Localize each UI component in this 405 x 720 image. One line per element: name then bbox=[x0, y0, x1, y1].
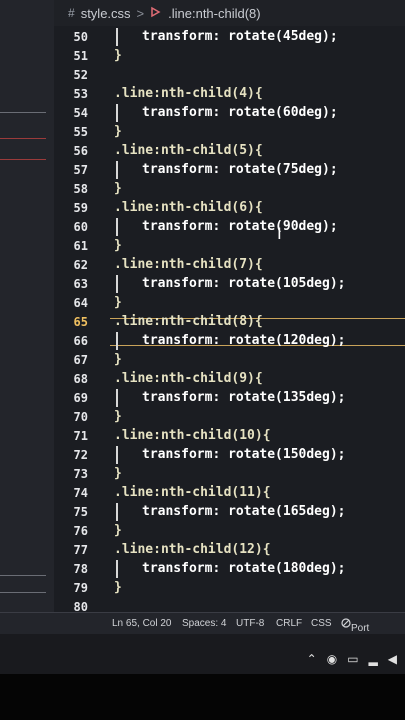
line-number: 60 bbox=[73, 220, 88, 234]
line-number: 64 bbox=[73, 296, 88, 310]
taskbar: ⌃ ◉ ▭ ▂ ◀ bbox=[0, 634, 405, 674]
language-mode[interactable]: CSS bbox=[311, 618, 332, 629]
code-selector[interactable]: .line:nth-child(4){ bbox=[114, 86, 263, 101]
line-number: 72 bbox=[73, 448, 88, 462]
indent-guide bbox=[116, 503, 118, 521]
code-selector[interactable]: .line:nth-child(5){ bbox=[114, 143, 263, 158]
code-declaration[interactable]: transform: rotate(120deg); bbox=[142, 333, 346, 348]
indent-guide bbox=[116, 218, 118, 236]
line-number: 76 bbox=[73, 524, 88, 538]
system-tray: ⌃ ◉ ▭ ▂ ◀ bbox=[307, 652, 397, 666]
code-selector[interactable]: .line:nth-child(7){ bbox=[114, 257, 263, 272]
indent-guide bbox=[116, 28, 118, 46]
line-number: 78 bbox=[73, 562, 88, 576]
side-panel[interactable] bbox=[0, 0, 55, 612]
line-number: 63 bbox=[73, 277, 88, 291]
display-icon[interactable]: ▭ bbox=[347, 652, 358, 666]
indent-guide bbox=[116, 560, 118, 578]
encoding[interactable]: UTF-8 bbox=[236, 618, 264, 629]
panel-divider bbox=[0, 592, 46, 593]
panel-divider bbox=[0, 575, 46, 576]
code-declaration[interactable]: transform: rotate(75deg); bbox=[142, 162, 338, 177]
code-declaration[interactable]: transform: rotate(165deg); bbox=[142, 504, 346, 519]
code-selector[interactable]: } bbox=[114, 580, 122, 595]
code-selector[interactable]: .line:nth-child(11){ bbox=[114, 485, 271, 500]
line-number: 71 bbox=[73, 429, 88, 443]
vscode-window: # style.css > .line:nth-child(8) 50 trans… bbox=[0, 0, 405, 720]
line-number: 59 bbox=[73, 201, 88, 215]
line-number: 53 bbox=[73, 87, 88, 101]
breadcrumb: # style.css > .line:nth-child(8) bbox=[54, 0, 405, 26]
code-selector[interactable]: } bbox=[114, 124, 122, 139]
code-selector[interactable]: .line:nth-child(10){ bbox=[114, 428, 271, 443]
line-number: 75 bbox=[73, 505, 88, 519]
line-number: 67 bbox=[73, 353, 88, 367]
line-number: 73 bbox=[73, 467, 88, 481]
indent-guide bbox=[116, 161, 118, 179]
code-selector[interactable]: .line:nth-child(12){ bbox=[114, 542, 271, 557]
indentation[interactable]: Spaces: 4 bbox=[182, 618, 226, 629]
code-declaration[interactable]: transform: rotate(180deg); bbox=[142, 561, 346, 576]
code-selector[interactable]: } bbox=[114, 295, 122, 310]
code-declaration[interactable]: transform: rotate(45deg); bbox=[142, 29, 338, 44]
record-icon[interactable]: ◉ bbox=[327, 652, 337, 666]
code-selector[interactable]: } bbox=[114, 181, 122, 196]
code-selector[interactable]: } bbox=[114, 238, 122, 253]
line-ending[interactable]: CRLF bbox=[276, 618, 302, 629]
code-selector[interactable]: .line:nth-child(8){ bbox=[114, 314, 263, 329]
line-number: 66 bbox=[73, 334, 88, 348]
network-icon[interactable]: ▂ bbox=[369, 652, 378, 666]
line-number: 52 bbox=[73, 68, 88, 82]
line-number: 56 bbox=[73, 144, 88, 158]
code-selector[interactable]: } bbox=[114, 352, 122, 367]
line-number: 79 bbox=[73, 581, 88, 595]
cursor-position[interactable]: Ln 65, Col 20 bbox=[112, 618, 172, 629]
line-number: 55 bbox=[73, 125, 88, 139]
line-number: 62 bbox=[73, 258, 88, 272]
line-number: 54 bbox=[73, 106, 88, 120]
indent-guide bbox=[116, 275, 118, 293]
live-server-port[interactable]: Port : 5500 bbox=[341, 618, 373, 656]
code-declaration[interactable]: transform: rotate(135deg); bbox=[142, 390, 346, 405]
volume-icon[interactable]: ◀ bbox=[388, 652, 397, 666]
breadcrumb-selector[interactable]: .line:nth-child(8) bbox=[168, 6, 261, 21]
code-selector[interactable]: .line:nth-child(9){ bbox=[114, 371, 263, 386]
selector-icon bbox=[150, 6, 162, 21]
code-declaration[interactable]: transform: rotate(150deg); bbox=[142, 447, 346, 462]
line-number: 51 bbox=[73, 49, 88, 63]
line-number: 69 bbox=[73, 391, 88, 405]
line-number: 77 bbox=[73, 543, 88, 557]
line-number: 70 bbox=[73, 410, 88, 424]
code-selector[interactable]: } bbox=[114, 466, 122, 481]
code-selector[interactable]: } bbox=[114, 523, 122, 538]
line-number: 74 bbox=[73, 486, 88, 500]
line-number: 61 bbox=[73, 239, 88, 253]
css-file-icon: # bbox=[68, 6, 75, 20]
code-selector[interactable]: .line:nth-child(6){ bbox=[114, 200, 263, 215]
breadcrumb-file[interactable]: style.css bbox=[81, 6, 131, 21]
code-declaration[interactable]: transform: rotate(90deg); bbox=[142, 219, 338, 234]
code-selector[interactable]: } bbox=[114, 48, 122, 63]
monitor-bezel bbox=[0, 674, 405, 720]
panel-highlight bbox=[0, 138, 46, 160]
line-number: 50 bbox=[73, 30, 88, 44]
line-number: 58 bbox=[73, 182, 88, 196]
status-bar: Ln 65, Col 20 Spaces: 4 UTF-8 CRLF CSS P… bbox=[0, 612, 405, 656]
code-editor[interactable]: 50 transform: rotate(45deg); 51} 52 53 .line:… bbox=[54, 26, 405, 614]
code-selector[interactable]: } bbox=[114, 409, 122, 424]
port-icon bbox=[341, 618, 351, 628]
line-number: 57 bbox=[73, 163, 88, 177]
indent-guide bbox=[116, 446, 118, 464]
indent-guide bbox=[116, 389, 118, 407]
code-declaration[interactable]: transform: rotate(105deg); bbox=[142, 276, 346, 291]
breadcrumb-separator: > bbox=[136, 5, 145, 21]
mouse-ibeam-cursor: I bbox=[277, 224, 282, 243]
code-declaration[interactable]: transform: rotate(60deg); bbox=[142, 105, 338, 120]
indent-guide bbox=[116, 104, 118, 122]
chevron-up-icon[interactable]: ⌃ bbox=[307, 652, 317, 666]
panel-divider bbox=[0, 112, 46, 113]
indent-guide bbox=[116, 332, 118, 350]
line-number: 65 bbox=[73, 315, 88, 329]
line-number: 68 bbox=[73, 372, 88, 386]
